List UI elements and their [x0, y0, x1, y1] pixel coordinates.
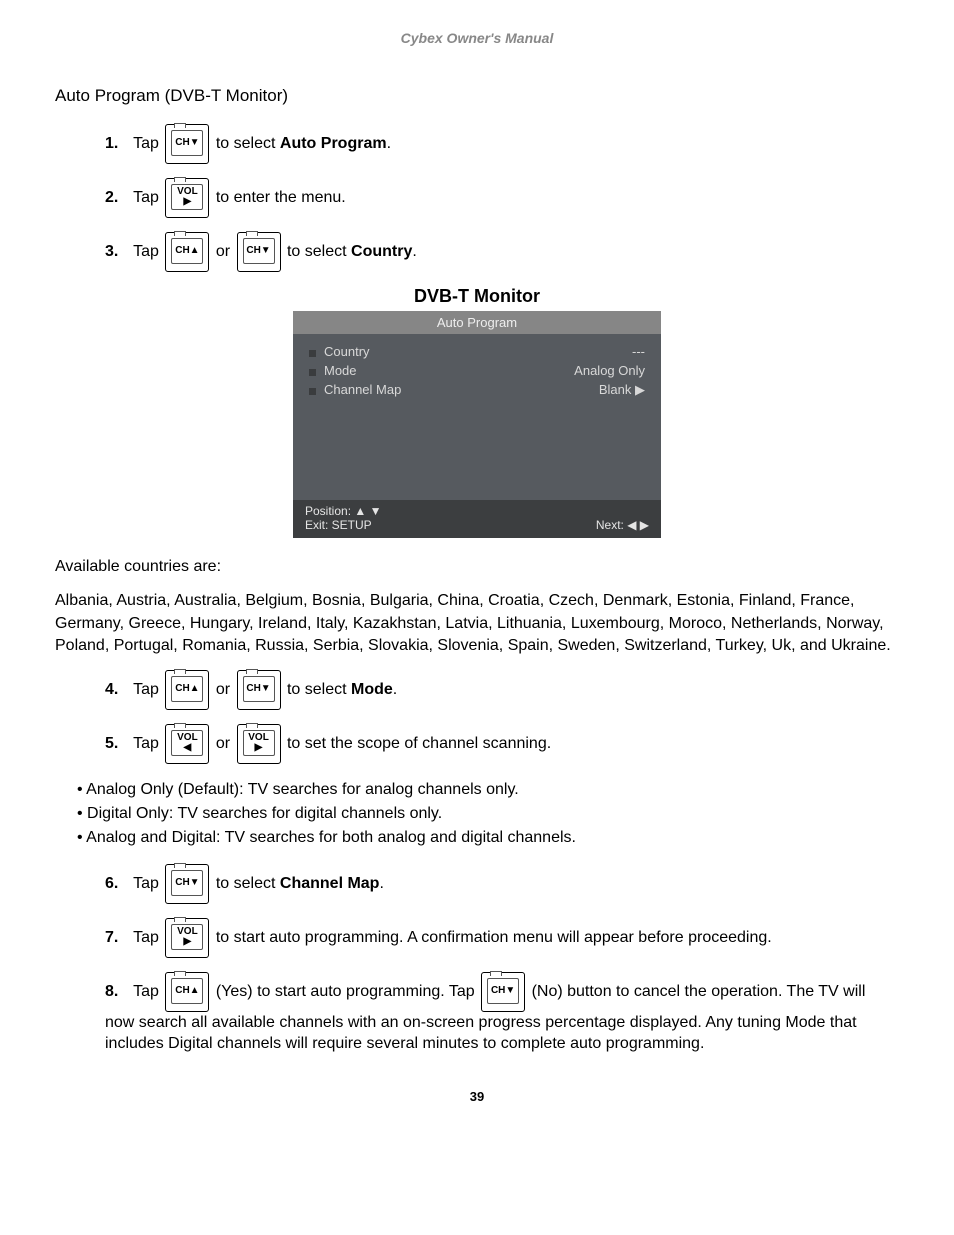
text: .	[412, 243, 416, 260]
text: .	[387, 135, 391, 152]
text: or	[216, 681, 235, 698]
bold-term: Channel Map	[280, 875, 380, 892]
screen-row: ModeAnalog Only	[309, 361, 645, 380]
vol-right-icon: VOL▶	[165, 918, 209, 958]
ch-down-icon: CH▼	[237, 670, 281, 710]
step-number: 8.	[105, 981, 129, 1003]
text: or	[216, 735, 235, 752]
step-5: 5. Tap VOL◀ or VOL▶ to set the scope of …	[105, 724, 899, 764]
bold-term: Auto Program	[280, 135, 387, 152]
text: to set the scope of channel scanning.	[287, 735, 551, 752]
text: to select	[287, 681, 351, 698]
screen-header: Auto Program	[293, 311, 661, 334]
ch-down-icon: CH▼	[481, 972, 525, 1012]
text: Tap	[133, 189, 163, 206]
step-number: 5.	[105, 733, 129, 755]
screen-row: Country---	[309, 342, 645, 361]
bold-term: Country	[351, 243, 412, 260]
text: (Yes) to start auto programming. Tap	[216, 983, 479, 1000]
step-number: 6.	[105, 873, 129, 895]
screen-row: Channel MapBlank ▶	[309, 380, 645, 400]
text: to enter the menu.	[216, 189, 346, 206]
text: .	[379, 875, 383, 892]
page-number: 39	[55, 1089, 899, 1104]
ch-down-icon: CH▼	[237, 232, 281, 272]
text: Tap	[133, 735, 163, 752]
text: to start auto programming. A confirmatio…	[216, 929, 772, 946]
text: Tap	[133, 135, 163, 152]
bold-term: Mode	[351, 681, 393, 698]
list-item: Analog and Digital: TV searches for both…	[77, 826, 899, 850]
monitor-screenshot: DVB-T Monitor Auto Program Country--- Mo…	[55, 286, 899, 538]
text: Tap	[133, 983, 163, 1000]
screen-body: Country--- ModeAnalog Only Channel MapBl…	[293, 334, 661, 500]
text: to select	[287, 243, 351, 260]
vol-left-icon: VOL◀	[165, 724, 209, 764]
vol-right-icon: VOL▶	[165, 178, 209, 218]
step-3: 3. Tap CH▲ or CH▼ to select Country.	[105, 232, 899, 272]
step-number: 1.	[105, 133, 129, 155]
step-4: 4. Tap CH▲ or CH▼ to select Mode.	[105, 670, 899, 710]
text: Tap	[133, 243, 163, 260]
text: to select	[216, 875, 280, 892]
ch-up-icon: CH▲	[165, 670, 209, 710]
text: Tap	[133, 929, 163, 946]
list-item: Digital Only: TV searches for digital ch…	[77, 802, 899, 826]
step-number: 2.	[105, 187, 129, 209]
ch-down-icon: CH▼	[165, 864, 209, 904]
vol-right-icon: VOL▶	[237, 724, 281, 764]
step-8: 8. Tap CH▲ (Yes) to start auto programmi…	[105, 972, 899, 1055]
step-6: 6. Tap CH▼ to select Channel Map.	[105, 864, 899, 904]
text: .	[393, 681, 397, 698]
countries-list: Albania, Austria, Australia, Belgium, Bo…	[55, 590, 899, 657]
step-number: 3.	[105, 241, 129, 263]
text: Tap	[133, 875, 163, 892]
step-7: 7. Tap VOL▶ to start auto programming. A…	[105, 918, 899, 958]
screen-footer: Position: ▲ ▼ Exit: SETUPNext: ◀ ▶	[293, 500, 661, 538]
ch-up-icon: CH▲	[165, 972, 209, 1012]
step-number: 7.	[105, 927, 129, 949]
ch-down-icon: CH▼	[165, 124, 209, 164]
list-item: Analog Only (Default): TV searches for a…	[77, 778, 899, 802]
ch-up-icon: CH▲	[165, 232, 209, 272]
section-title: Auto Program (DVB-T Monitor)	[55, 86, 899, 106]
text: or	[216, 243, 235, 260]
text: to select	[216, 135, 280, 152]
screen-title: DVB-T Monitor	[55, 286, 899, 307]
step-2: 2. Tap VOL▶ to enter the menu.	[105, 178, 899, 218]
step-1: 1. Tap CH▼ to select Auto Program.	[105, 124, 899, 164]
scan-modes-list: Analog Only (Default): TV searches for a…	[55, 778, 899, 850]
available-countries-label: Available countries are:	[55, 556, 899, 578]
page-header: Cybex Owner's Manual	[55, 30, 899, 46]
step-number: 4.	[105, 679, 129, 701]
text: Tap	[133, 681, 163, 698]
